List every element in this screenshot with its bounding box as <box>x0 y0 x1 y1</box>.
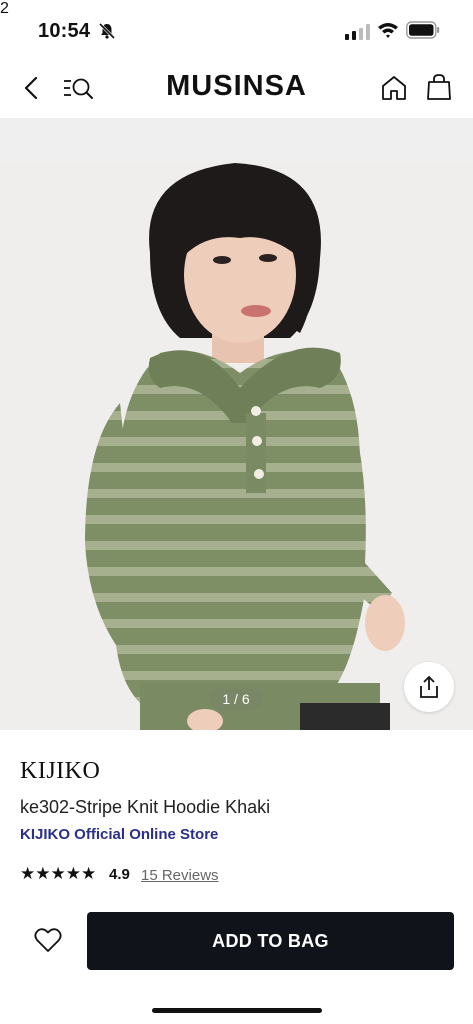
share-icon <box>420 676 438 698</box>
model-illustration <box>0 163 473 730</box>
home-indicator[interactable] <box>152 1008 322 1013</box>
product-image[interactable] <box>0 163 473 730</box>
status-bar: 10:54 <box>0 0 473 60</box>
cellular-signal-icon <box>345 24 370 40</box>
add-to-bag-button[interactable]: ADD TO BAG <box>87 912 454 970</box>
brand-name[interactable]: KIJIKO <box>20 758 100 785</box>
wifi-icon <box>378 23 398 38</box>
shopping-bag-icon[interactable] <box>425 72 453 102</box>
heart-icon[interactable] <box>34 927 62 953</box>
product-name: ke302-Stripe Knit Hoodie Khaki <box>20 797 271 817</box>
image-counter: 1 / 6 <box>210 688 262 710</box>
store-link[interactable]: KIJIKO Official Online Store <box>20 826 218 843</box>
bell-muted-icon <box>98 22 116 40</box>
top-nav: MUSINSA <box>0 60 473 118</box>
share-button[interactable] <box>404 662 454 712</box>
home-icon[interactable] <box>380 74 408 102</box>
status-time: 10:54 <box>38 20 91 42</box>
banner-strip <box>0 118 473 163</box>
rating-stars: ★★★★★ <box>20 864 97 883</box>
battery-icon <box>406 21 440 39</box>
reviews-link[interactable]: 15 Reviews <box>141 867 219 884</box>
rating-score: 4.9 <box>109 866 130 883</box>
